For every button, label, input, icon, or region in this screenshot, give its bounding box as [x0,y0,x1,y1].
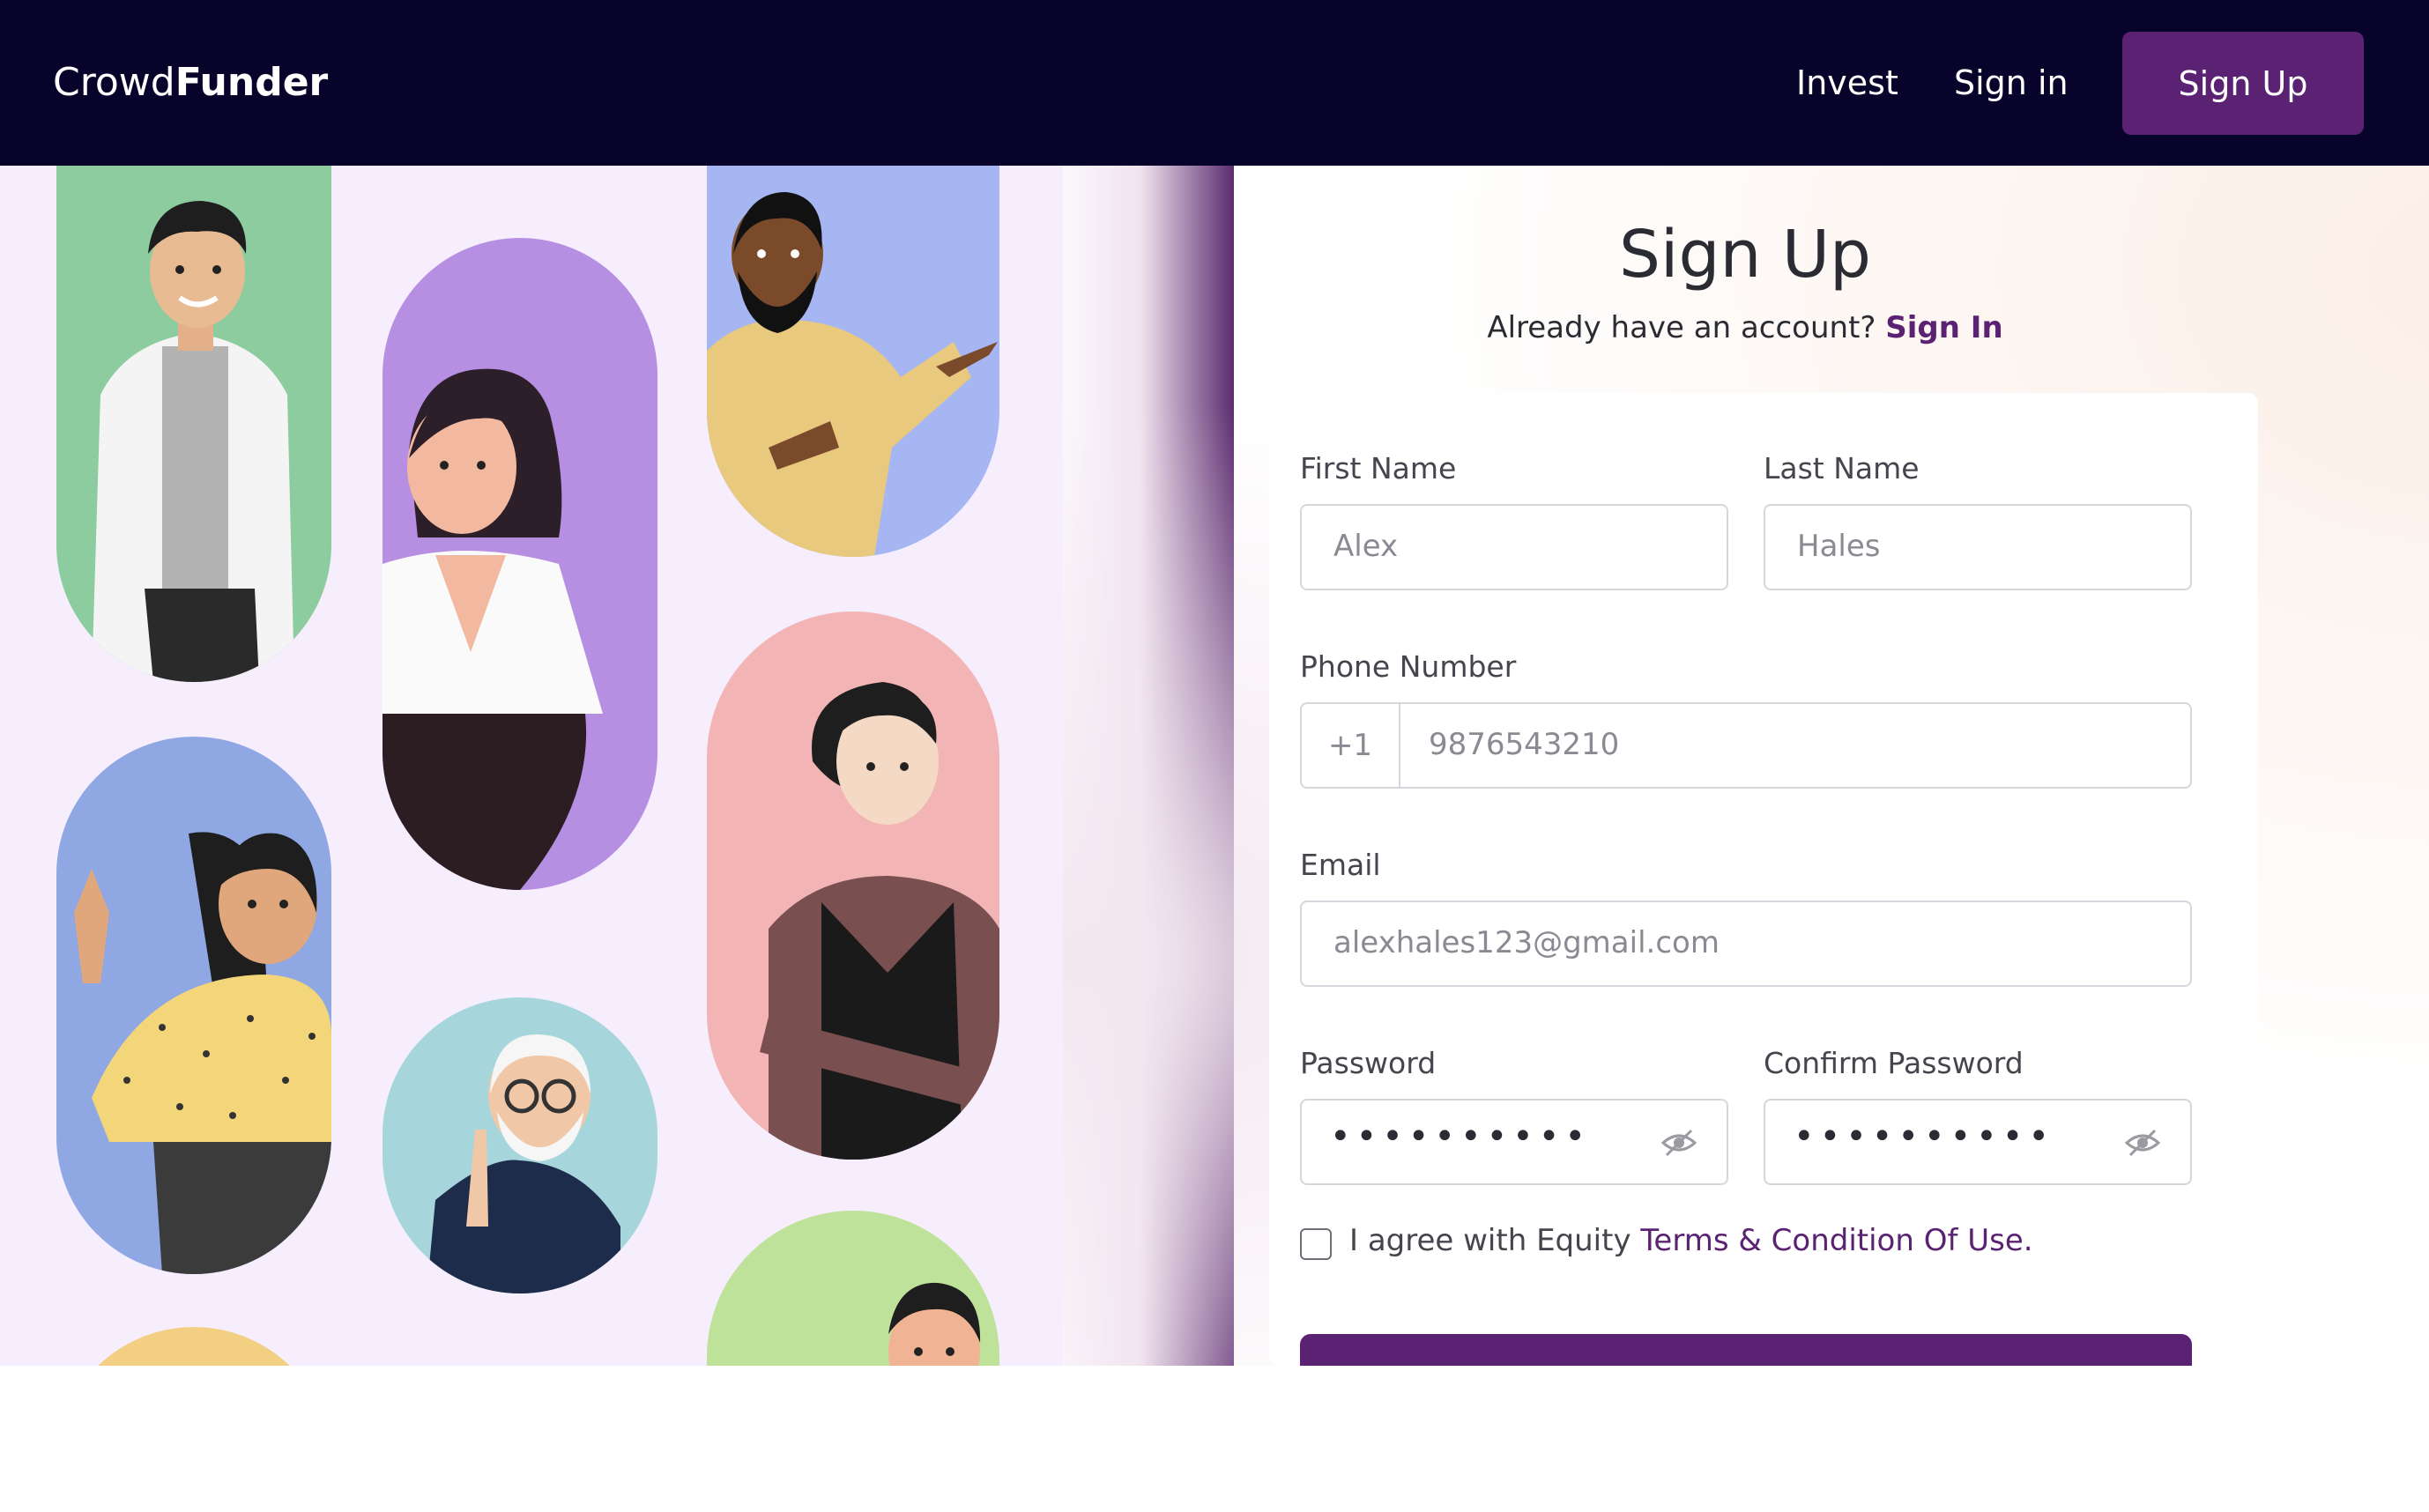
terms-checkbox[interactable] [1300,1228,1332,1260]
woman-polka-dot-figure [74,832,331,1274]
country-code-selector[interactable]: +1 [1302,704,1400,787]
last-name-field[interactable]: Hales [1764,504,2192,590]
nav-sign-up-button[interactable]: Sign Up [2122,32,2364,135]
person-man-beard-pointing-illustration [707,166,999,557]
terms-agreement: I agree with Equity Terms & Condition Of… [1349,1223,2033,1258]
logo-light-text: Crowd [53,60,175,105]
password-field[interactable]: •••••••••• [1300,1099,1728,1185]
person-yellow-partial-illustration [56,1327,331,1366]
last-name-label: Last Name [1764,451,1920,485]
page-bottom-blank [0,1366,2429,1512]
signin-prompt: Already have an account? Sign In [1146,310,2344,345]
brand-logo[interactable]: CrowdFunder [53,60,328,105]
woman-white-blouse-figure [383,368,603,890]
confirm-password-label: Confirm Password [1764,1046,2024,1080]
first-name-value: Alex [1333,529,1399,564]
man-green-figure [888,1282,981,1366]
person-woman-black-dress-illustration [707,611,999,1160]
eye-slash-icon[interactable] [1661,1127,1697,1159]
person-man-white-jacket-illustration [56,166,331,682]
top-navbar: CrowdFunder Invest Sign in Sign Up [0,0,2429,166]
old-man-glasses-figure [427,1034,620,1293]
signin-link[interactable]: Sign In [1885,310,2002,345]
confirm-password-masked-value: •••••••••• [1794,1116,2054,1157]
phone-number-field[interactable]: +1 9876543210 [1300,702,2192,789]
email-label: Email [1300,848,1381,882]
person-man-green-illustration [707,1211,999,1366]
email-field[interactable]: alexhales123@gmail.com [1300,901,2192,987]
first-name-label: First Name [1300,451,1457,485]
submit-button[interactable] [1300,1334,2192,1366]
email-value: alexhales123@gmail.com [1333,925,1720,960]
illustration-panel [0,166,1063,1366]
person-woman-polka-dot-illustration [56,737,331,1274]
nav-link-sign-in[interactable]: Sign in [1954,63,2069,102]
person-old-man-glasses-illustration [383,997,657,1293]
password-label: Password [1300,1046,1437,1080]
person-woman-white-blouse-illustration [383,238,657,890]
phone-number-label: Phone Number [1300,649,1517,684]
password-masked-value: •••••••••• [1330,1116,1591,1157]
signin-prompt-text: Already have an account? [1487,310,1876,345]
nav-link-invest[interactable]: Invest [1796,63,1898,102]
eye-slash-icon[interactable] [2125,1127,2160,1159]
last-name-value: Hales [1797,529,1881,564]
terms-agreement-text: I agree with Equity [1349,1223,1631,1258]
logo-bold-text: Funder [175,60,329,105]
woman-black-dress-figure [760,682,999,1160]
confirm-password-field[interactable]: •••••••••• [1764,1099,2192,1185]
terms-link[interactable]: Terms & Condition Of Use. [1640,1223,2032,1258]
first-name-field[interactable]: Alex [1300,504,1728,590]
page-title: Sign Up [1618,217,1872,293]
man-beard-pointing-figure [707,192,998,557]
country-code-value: +1 [1327,728,1373,763]
phone-number-value: 9876543210 [1429,727,1620,762]
man-white-jacket-figure [92,201,294,682]
